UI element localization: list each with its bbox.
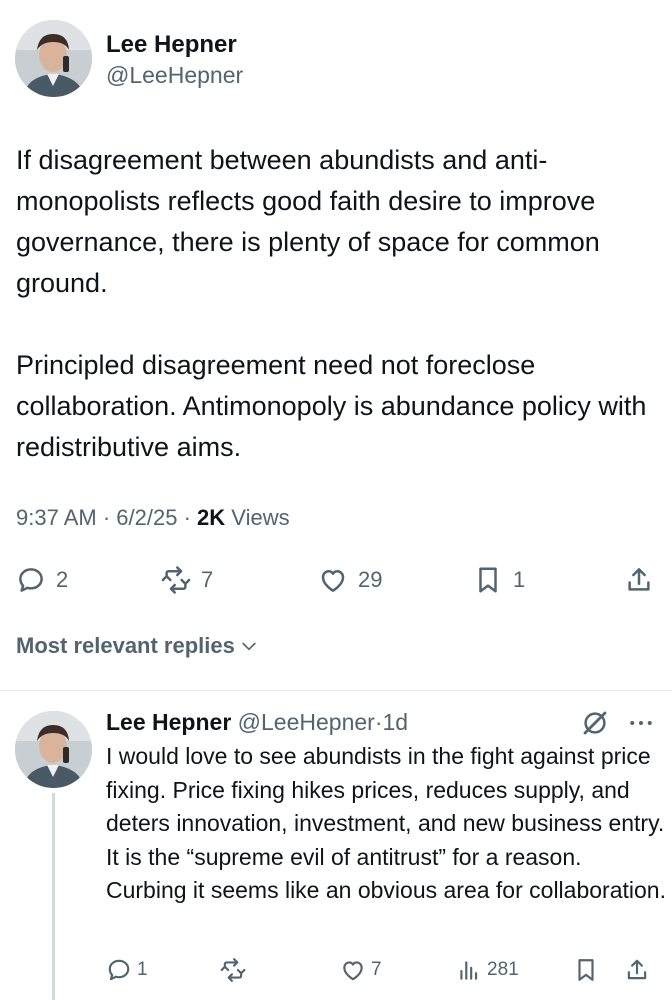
bookmark-icon <box>578 959 594 981</box>
reply-views-count: 281 <box>487 959 519 980</box>
section-divider <box>0 690 672 691</box>
repost-icon <box>161 566 191 594</box>
reply-button[interactable]: 2 <box>16 560 68 600</box>
reply-author-handle[interactable]: @LeeHepner <box>238 709 375 735</box>
repost-button[interactable]: 7 <box>161 560 213 600</box>
like-icon <box>343 961 363 981</box>
reply-age[interactable]: 1d <box>383 709 409 735</box>
tweet-paragraph: Principled disagreement need not foreclo… <box>16 350 647 462</box>
avatar-image <box>15 711 92 788</box>
tweet-actions: 2 7 29 1 <box>16 560 658 600</box>
bookmark-button[interactable]: 1 <box>473 560 525 600</box>
reply-views-button[interactable]: 281 <box>456 954 519 986</box>
reply-bookmark-button[interactable] <box>573 954 599 986</box>
tweet-meta: 9:37 AM · 6/2/25 · 2K Views <box>16 505 290 531</box>
author-avatar[interactable] <box>15 20 92 97</box>
thread-line <box>52 793 55 1000</box>
tweet-author: Lee Hepner @LeeHepner <box>106 30 243 90</box>
bookmark-icon <box>479 567 497 593</box>
reply-count: 2 <box>56 567 69 592</box>
reply-like-button[interactable]: 7 <box>340 954 382 986</box>
reply-share-button[interactable] <box>624 954 650 986</box>
views-count: 2K <box>197 505 226 530</box>
reply-like-count: 7 <box>371 959 382 980</box>
author-handle[interactable]: @LeeHepner <box>106 60 243 90</box>
tweet-time[interactable]: 9:37 AM <box>16 505 97 530</box>
reply-header-icons <box>580 708 660 738</box>
reply-reply-button[interactable]: 1 <box>106 954 148 986</box>
meta-separator: · <box>102 505 111 530</box>
repost-count: 7 <box>201 567 214 592</box>
reply-reply-count: 1 <box>137 959 148 980</box>
reply-separator: · <box>374 709 383 735</box>
avatar-image <box>15 20 92 97</box>
author-name[interactable]: Lee Hepner <box>106 30 243 60</box>
reply-icon <box>19 568 43 592</box>
share-icon <box>627 959 647 980</box>
reply-actions: 1 7 281 <box>106 954 662 986</box>
bookmark-count: 1 <box>513 567 526 592</box>
more-icon[interactable] <box>626 708 656 738</box>
tweet-text: If disagreement between abundists and an… <box>16 140 661 468</box>
reply-text: I would love to see abundists in the fig… <box>106 743 666 903</box>
tweet-date[interactable]: 6/2/25 <box>116 505 177 530</box>
like-button[interactable]: 29 <box>318 560 382 600</box>
like-count: 29 <box>358 567 383 592</box>
tweet-paragraph: If disagreement between abundists and an… <box>16 145 600 298</box>
reply-author-name[interactable]: Lee Hepner <box>106 709 231 735</box>
share-button[interactable] <box>624 560 654 600</box>
chevron-down-icon <box>242 642 256 651</box>
reply-icon <box>108 959 130 981</box>
reply-avatar[interactable] <box>15 711 92 788</box>
reply-repost-button[interactable] <box>220 954 246 986</box>
replies-sort-label: Most relevant replies <box>16 633 235 658</box>
grok-icon[interactable] <box>580 708 610 738</box>
repost-icon <box>220 958 246 982</box>
meta-separator: · <box>183 505 191 530</box>
reply-header: Lee Hepner @LeeHepner·1d <box>106 709 408 736</box>
views-icon <box>460 961 478 980</box>
like-icon <box>321 570 345 592</box>
share-icon <box>628 568 650 591</box>
replies-sort-dropdown[interactable]: Most relevant replies <box>16 633 259 659</box>
views-label: Views <box>231 505 290 530</box>
